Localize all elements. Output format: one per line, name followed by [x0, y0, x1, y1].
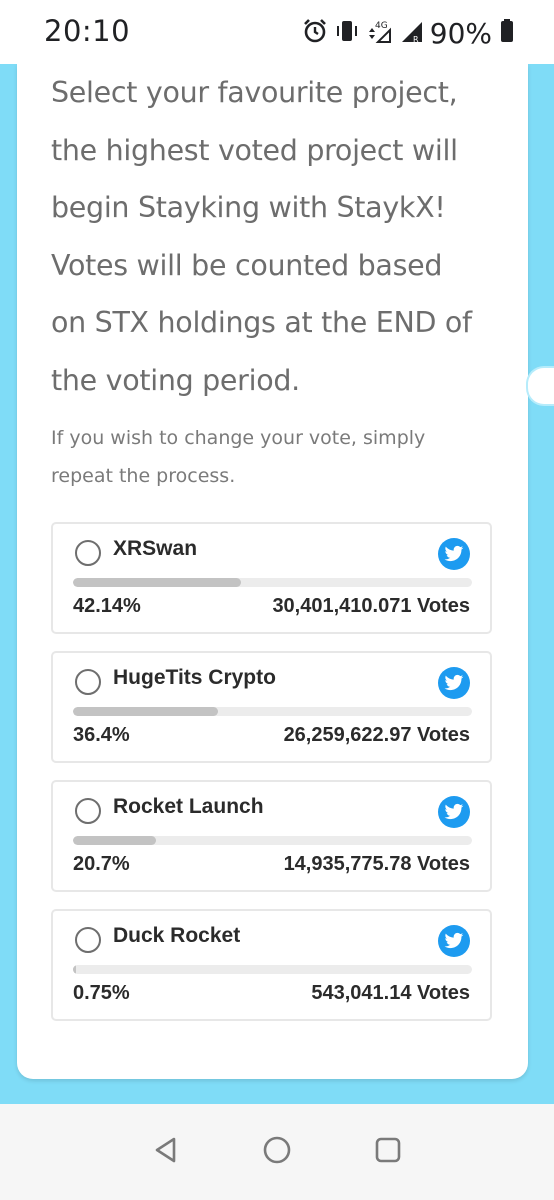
back-icon[interactable] [150, 1134, 182, 1166]
vote-progress-fill [73, 836, 156, 845]
twitter-icon[interactable] [438, 925, 470, 957]
intro-line: begin Stayking with StaykX! [51, 191, 446, 224]
vote-percentage: 42.14% [73, 595, 141, 617]
vote-progress-bar [73, 707, 472, 716]
twitter-icon[interactable] [438, 796, 470, 828]
battery-percentage: 90% [429, 16, 492, 50]
intro-text: Select your favourite project, the highe… [51, 64, 511, 409]
option-name: Rocket Launch [113, 795, 264, 818]
note-line: repeat the process. [51, 464, 236, 487]
vote-percentage: 0.75% [73, 982, 130, 1004]
radio-button[interactable] [75, 798, 101, 824]
vote-count: 30,401,410.071 Votes [272, 595, 470, 617]
vote-percentage: 36.4% [73, 724, 130, 746]
svg-text:4G: 4G [375, 21, 388, 31]
note-line: If you wish to change your vote, simply [51, 427, 426, 449]
vote-option-hugetits-crypto[interactable]: HugeTits Crypto 36.4% 26,259,622.97 Vote… [51, 651, 492, 763]
status-icons: 4G R 90% [294, 16, 514, 50]
vote-progress-fill [73, 965, 76, 974]
change-vote-note: If you wish to change your vote, simply … [51, 420, 491, 495]
alarm-icon [302, 18, 328, 48]
vote-progress-fill [73, 578, 242, 587]
vibrate-icon [336, 18, 358, 48]
intro-line: Select your favourite project, [51, 76, 458, 109]
home-icon[interactable] [261, 1134, 293, 1166]
status-bar: 20:10 4G R 90% [0, 0, 554, 64]
system-nav-bar [0, 1104, 554, 1200]
twitter-icon[interactable] [438, 538, 470, 570]
signal-icon: R [400, 18, 424, 48]
radio-button[interactable] [75, 927, 101, 953]
data-4g-icon: 4G [366, 18, 392, 48]
intro-line: the highest voted project will [51, 133, 458, 167]
intro-line: on STX holdings at the END of [51, 306, 472, 339]
radio-button[interactable] [75, 669, 101, 695]
option-name: Duck Rocket [113, 924, 241, 947]
vote-count: 26,259,622.97 Votes [283, 724, 470, 746]
vote-option-xrswan[interactable]: XRSwan 42.14% 30,401,410.071 Votes [51, 522, 492, 634]
vote-option-duck-rocket[interactable]: Duck Rocket 0.75% 543,041.14 Votes [51, 909, 492, 1021]
intro-line: the voting period. [51, 363, 300, 397]
twitter-icon[interactable] [438, 667, 470, 699]
vote-progress-bar [73, 965, 472, 974]
vote-progress-bar [73, 578, 472, 587]
option-name: XRSwan [113, 537, 198, 560]
radio-button[interactable] [75, 540, 101, 566]
svg-text:R: R [413, 35, 419, 44]
recents-icon[interactable] [372, 1134, 404, 1166]
voting-card: Select your favourite project, the highe… [17, 64, 528, 1079]
vote-percentage: 20.7% [73, 853, 130, 875]
status-time: 20:10 [44, 14, 131, 48]
app-background: Select your favourite project, the highe… [0, 64, 554, 1104]
side-scroll-handle[interactable] [526, 366, 554, 406]
vote-progress-fill [73, 707, 219, 716]
vote-count: 14,935,775.78 Votes [283, 853, 470, 875]
battery-icon [500, 18, 514, 48]
vote-count: 543,041.14 Votes [311, 982, 470, 1004]
intro-line: Votes will be counted based [51, 248, 443, 282]
option-name: HugeTits Crypto [113, 666, 276, 689]
vote-option-rocket-launch[interactable]: Rocket Launch 20.7% 14,935,775.78 Votes [51, 780, 492, 892]
vote-progress-bar [73, 836, 472, 845]
